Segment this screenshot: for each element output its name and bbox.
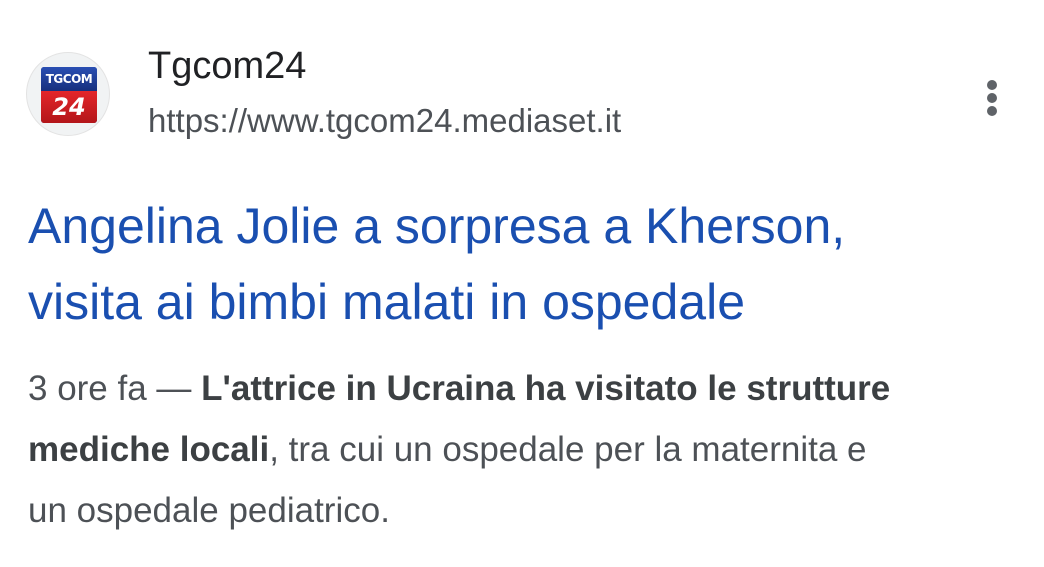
- snippet-highlight-2: mediche locali: [28, 430, 270, 469]
- site-favicon[interactable]: TGCOM 24: [26, 52, 110, 136]
- result-time: 3 ore fa: [28, 369, 147, 408]
- more-options-button[interactable]: [968, 72, 1016, 124]
- more-vert-icon-dot-bottom: [987, 106, 997, 116]
- search-result: TGCOM 24 Tgcom24 https://www.tgcom24.med…: [0, 0, 1044, 567]
- snippet-line-2: mediche locali, tra cui un ospedale per …: [28, 419, 1028, 480]
- snippet-line-3: un ospedale pediatrico.: [28, 491, 390, 530]
- result-title-line-2: visita ai bimbi malati in ospedale: [28, 274, 746, 330]
- snippet-line-1: 3 ore fa — L'attrice in Ucraina ha visit…: [28, 358, 1028, 419]
- result-title-line-1: Angelina Jolie a sorpresa a Kherson,: [28, 198, 846, 254]
- logo-bottom-text: 24: [41, 91, 97, 123]
- site-url[interactable]: https://www.tgcom24.mediaset.it: [148, 100, 621, 142]
- result-title-link[interactable]: Angelina Jolie a sorpresa a Kherson, vis…: [28, 188, 1028, 340]
- more-vert-icon-dot-middle: [987, 93, 997, 103]
- logo-top-text: TGCOM: [41, 67, 97, 91]
- tgcom24-logo-icon: TGCOM 24: [41, 67, 97, 123]
- more-vert-icon-dot-top: [987, 80, 997, 90]
- result-snippet: 3 ore fa — L'attrice in Ucraina ha visit…: [28, 358, 1028, 541]
- snippet-text-1: , tra cui un ospedale per la maternita e: [269, 430, 867, 469]
- site-name[interactable]: Tgcom24: [148, 42, 306, 90]
- time-separator: —: [146, 369, 202, 408]
- snippet-highlight-1: L'attrice in Ucraina ha visitato le stru…: [201, 369, 891, 408]
